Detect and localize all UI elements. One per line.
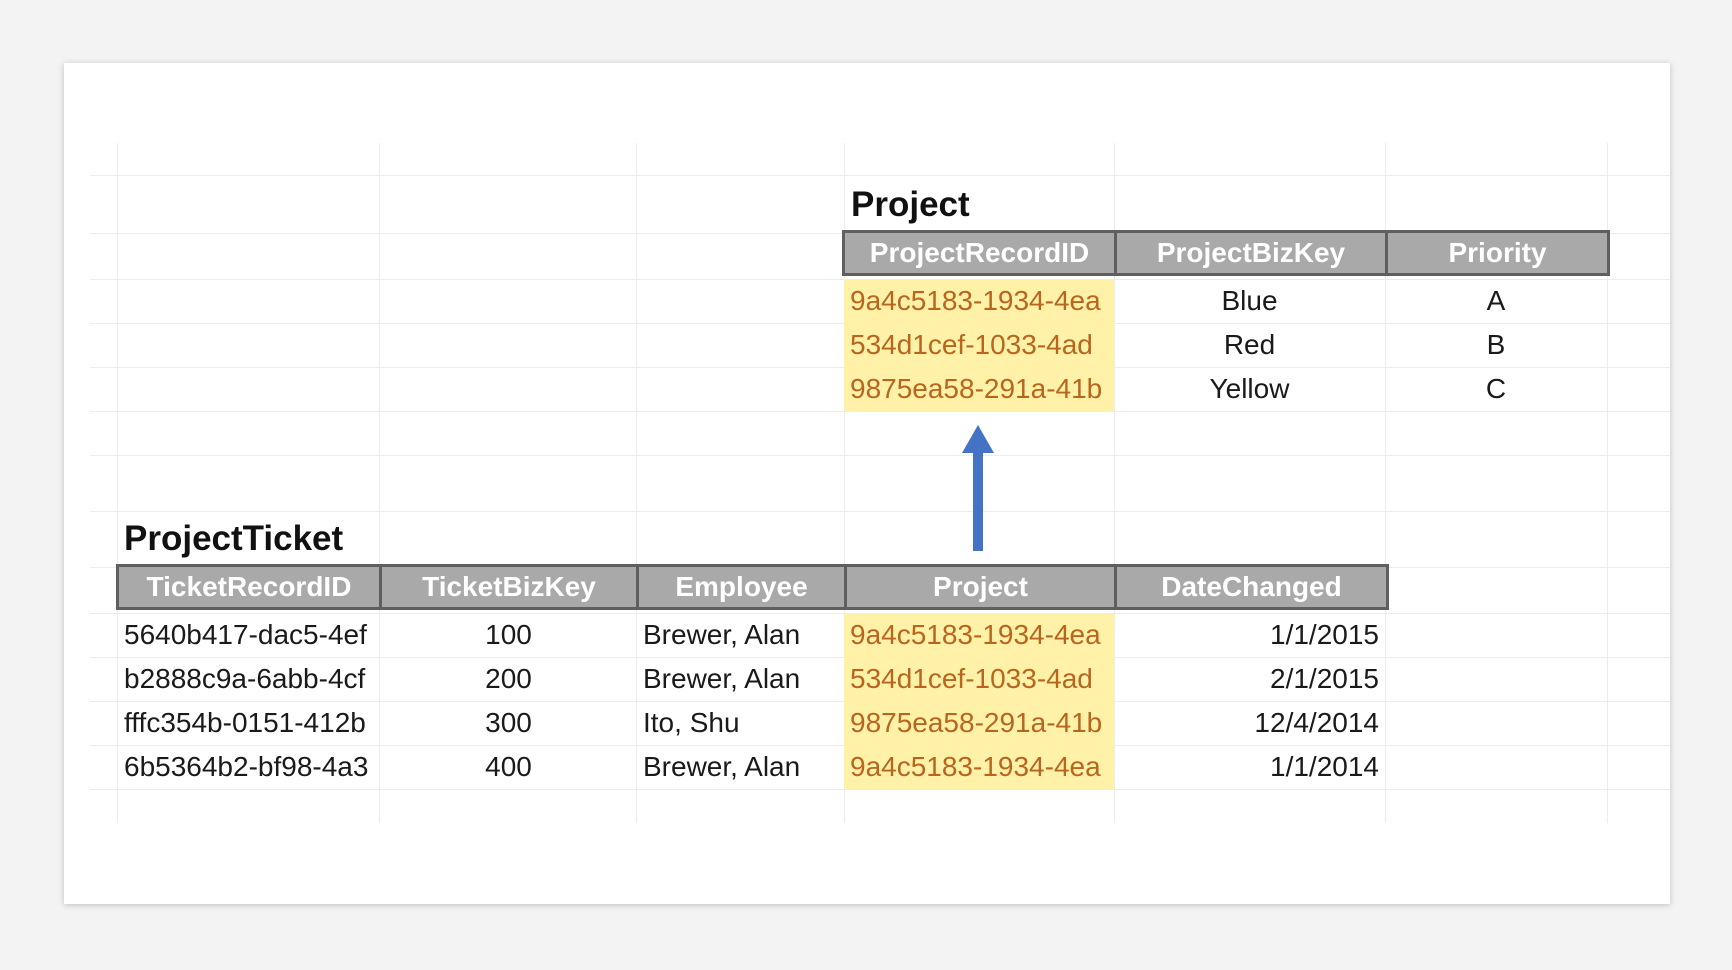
table-row: 5640b417-dac5-4ef 100 Brewer, Alan 9a4c5…: [118, 613, 1385, 657]
ticket-record-id-cell[interactable]: fffc354b-0151-412b: [118, 701, 380, 745]
ticket-record-id-cell[interactable]: 5640b417-dac5-4ef: [118, 613, 380, 657]
project-cell[interactable]: 9875ea58-291a-41b: [844, 701, 1114, 745]
ticket-record-id-cell[interactable]: 6b5364b2-bf98-4a3: [118, 745, 380, 789]
table-row: 9a4c5183-1934-4ea Blue A: [844, 279, 1607, 323]
table-row: 6b5364b2-bf98-4a3 400 Brewer, Alan 9a4c5…: [118, 745, 1385, 789]
project-cell[interactable]: 9a4c5183-1934-4ea: [844, 745, 1114, 789]
ticket-bizkey-cell[interactable]: 300: [380, 701, 637, 745]
project-bizkey-cell[interactable]: Yellow: [1114, 367, 1385, 411]
project-cell[interactable]: 534d1cef-1033-4ad: [844, 657, 1114, 701]
grid-row-line: [90, 789, 1670, 790]
date-changed-cell[interactable]: 1/1/2015: [1114, 613, 1385, 657]
priority-cell[interactable]: A: [1385, 279, 1607, 323]
column-header-ticketbizkey[interactable]: TicketBizKey: [382, 567, 639, 607]
project-record-id-cell[interactable]: 534d1cef-1033-4ad: [844, 323, 1114, 367]
project-record-id-cell[interactable]: 9875ea58-291a-41b: [844, 367, 1114, 411]
ticket-record-id-cell[interactable]: b2888c9a-6abb-4cf: [118, 657, 380, 701]
priority-cell[interactable]: C: [1385, 367, 1607, 411]
date-changed-cell[interactable]: 1/1/2014: [1114, 745, 1385, 789]
priority-cell[interactable]: B: [1385, 323, 1607, 367]
ticket-table-header: TicketRecordID TicketBizKey Employee Pro…: [116, 564, 1389, 610]
ticket-bizkey-cell[interactable]: 100: [380, 613, 637, 657]
ticket-bizkey-cell[interactable]: 400: [380, 745, 637, 789]
table-row: b2888c9a-6abb-4cf 200 Brewer, Alan 534d1…: [118, 657, 1385, 701]
project-table-title: Project: [851, 185, 970, 224]
column-header-priority[interactable]: Priority: [1388, 233, 1607, 273]
spreadsheet-sheet: Project ProjectRecordID ProjectBizKey Pr…: [64, 63, 1670, 904]
employee-cell[interactable]: Ito, Shu: [637, 701, 844, 745]
arrow-shaft: [973, 451, 983, 551]
grid-row-line: [90, 175, 1670, 176]
project-record-id-cell[interactable]: 9a4c5183-1934-4ea: [844, 279, 1114, 323]
column-header-datechanged[interactable]: DateChanged: [1117, 567, 1386, 607]
employee-cell[interactable]: Brewer, Alan: [637, 613, 844, 657]
ticket-table-title: ProjectTicket: [124, 519, 344, 558]
project-cell[interactable]: 9a4c5183-1934-4ea: [844, 613, 1114, 657]
grid-row-line: [90, 511, 1670, 512]
date-changed-cell[interactable]: 2/1/2015: [1114, 657, 1385, 701]
up-arrow-icon: [962, 425, 994, 551]
column-header-ticketrecordid[interactable]: TicketRecordID: [119, 567, 382, 607]
column-header-employee[interactable]: Employee: [639, 567, 847, 607]
project-bizkey-cell[interactable]: Red: [1114, 323, 1385, 367]
grid-row-line: [90, 455, 1670, 456]
employee-cell[interactable]: Brewer, Alan: [637, 745, 844, 789]
grid-row-line: [90, 411, 1670, 412]
column-header-projectbizkey[interactable]: ProjectBizKey: [1117, 233, 1388, 273]
project-bizkey-cell[interactable]: Blue: [1114, 279, 1385, 323]
date-changed-cell[interactable]: 12/4/2014: [1114, 701, 1385, 745]
ticket-bizkey-cell[interactable]: 200: [380, 657, 637, 701]
table-row: fffc354b-0151-412b 300 Ito, Shu 9875ea58…: [118, 701, 1385, 745]
employee-cell[interactable]: Brewer, Alan: [637, 657, 844, 701]
table-row: 534d1cef-1033-4ad Red B: [844, 323, 1607, 367]
table-row: 9875ea58-291a-41b Yellow C: [844, 367, 1607, 411]
column-header-project[interactable]: Project: [847, 567, 1117, 607]
project-table-header: ProjectRecordID ProjectBizKey Priority: [842, 230, 1610, 276]
column-header-projectrecordid[interactable]: ProjectRecordID: [845, 233, 1117, 273]
arrow-head: [962, 425, 994, 453]
